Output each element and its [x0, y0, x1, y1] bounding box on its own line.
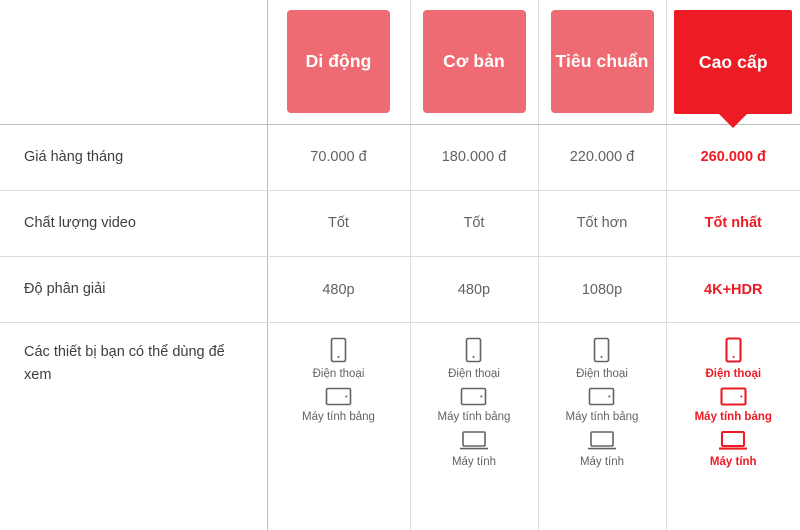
laptop-icon [718, 430, 748, 451]
price-mobile: 70.000 đ [267, 124, 411, 191]
row-label-price: Giá hàng tháng [0, 124, 268, 191]
resolution-mobile: 480p [267, 256, 411, 324]
device-item: Máy tính [452, 430, 496, 468]
device-label: Điện thoại [448, 368, 500, 381]
phone-icon [725, 337, 742, 363]
plan-header-cell-2: Cơ bản [410, 0, 539, 125]
table-header-row: Di động Cơ bản Tiêu chuẩn Cao cấp [0, 0, 800, 128]
device-label: Máy tính [451, 456, 497, 469]
device-label: Điện thoại [312, 368, 365, 381]
plan-badge-basic[interactable]: Cơ bản [422, 10, 526, 114]
price-standard: 220.000 đ [538, 124, 667, 191]
device-list: Điện thoại Máy tính bảng Máy tính [667, 337, 800, 468]
device-item: Máy tính bảng [437, 387, 511, 424]
phone-icon [593, 337, 610, 363]
devices-mobile: Điện thoại Máy tính bảng [267, 322, 411, 530]
video-quality-basic: Tốt [410, 190, 539, 257]
device-item: Điện thoại [576, 337, 628, 380]
tablet-icon [720, 387, 747, 406]
phone-icon [330, 337, 347, 363]
plan-badge-premium[interactable]: Cao cấp [674, 9, 793, 128]
plan-header-cell-4: Cao cấp [666, 0, 800, 128]
device-item: Máy tính bảng [302, 387, 375, 423]
plan-comparison-table: Di động Cơ bản Tiêu chuẩn Cao cấp Giá hà… [0, 0, 800, 530]
laptop-icon [459, 430, 489, 451]
video-quality-mobile: Tốt [267, 190, 411, 257]
devices-premium: Điện thoại Máy tính bảng Máy tính [666, 323, 800, 530]
device-item: Máy tính [710, 430, 757, 468]
plan-header-cell-3: Tiêu chuẩn [538, 0, 667, 125]
device-item: Điện thoại [705, 337, 761, 380]
tablet-icon [325, 387, 352, 406]
device-label: Máy tính bảng [565, 411, 639, 424]
device-list: Điện thoại Máy tính bảng Máy tính [539, 337, 666, 468]
device-label: Điện thoại [705, 368, 762, 381]
device-item: Điện thoại [448, 337, 500, 380]
device-list: Điện thoại Máy tính bảng Máy tính [411, 337, 538, 468]
device-label: Máy tính bảng [302, 411, 375, 424]
devices-basic: Điện thoại Máy tính bảng Máy tính [410, 322, 539, 530]
device-item: Máy tính [580, 430, 624, 468]
tablet-icon [460, 387, 487, 406]
device-label: Máy tính [709, 456, 757, 469]
plan-header-cell-1: Di động [267, 0, 411, 125]
device-item: Máy tính bảng [565, 387, 639, 424]
laptop-icon [587, 430, 617, 451]
row-label-devices: Các thiết bị bạn có thể dùng để xem [0, 322, 268, 530]
device-label: Máy tính bảng [437, 411, 511, 424]
price-premium: 260.000 đ [666, 124, 800, 191]
row-label-resolution: Độ phân giải [0, 256, 268, 324]
device-item: Máy tính bảng [695, 387, 772, 423]
video-quality-premium: Tốt nhất [666, 190, 800, 257]
row-label-video-quality: Chất lượng video [0, 190, 268, 257]
device-item: Điện thoại [312, 337, 365, 381]
table-row-devices: Các thiết bị bạn có thể dùng để xem Điện… [0, 322, 800, 530]
table-row-price: Giá hàng tháng 70.000 đ 180.000 đ 220.00… [0, 124, 800, 191]
device-list: Điện thoại Máy tính bảng [268, 337, 410, 423]
tablet-icon [588, 387, 615, 406]
plan-badge-mobile[interactable]: Di động [287, 10, 390, 114]
resolution-premium: 4K+HDR [666, 256, 800, 324]
header-corner-cell [0, 0, 268, 125]
resolution-standard: 1080p [538, 256, 667, 324]
price-basic: 180.000 đ [410, 124, 539, 191]
table-row-resolution: Độ phân giải 480p 480p 1080p 4K+HDR [0, 256, 800, 324]
resolution-basic: 480p [410, 256, 539, 324]
phone-icon [465, 337, 482, 363]
video-quality-standard: Tốt hơn [538, 190, 667, 257]
devices-standard: Điện thoại Máy tính bảng Máy tính [538, 322, 667, 530]
plan-badge-standard[interactable]: Tiêu chuẩn [550, 10, 654, 114]
table-row-video-quality: Chất lượng video Tốt Tốt Tốt hơn Tốt nhấ… [0, 190, 800, 257]
device-label: Máy tính bảng [694, 411, 772, 424]
device-label: Điện thoại [576, 368, 628, 381]
device-label: Máy tính [579, 456, 625, 469]
